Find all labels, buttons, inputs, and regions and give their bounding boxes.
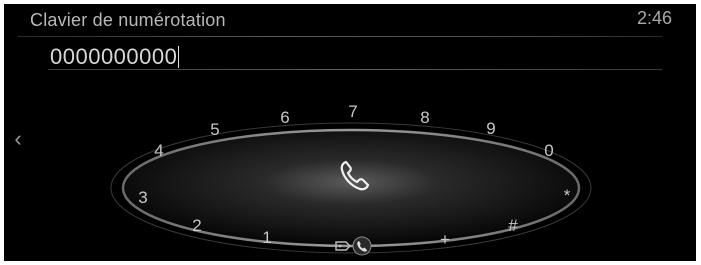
dial-key-3[interactable]: 3 bbox=[130, 186, 156, 210]
dial-key-6[interactable]: 6 bbox=[272, 106, 298, 130]
dial-pad-screen: Clavier de numérotation 2:46 0000000000 … bbox=[4, 4, 696, 261]
dial-key-9[interactable]: 9 bbox=[478, 117, 504, 141]
dial-ring bbox=[110, 122, 592, 254]
dial-key-0[interactable]: 0 bbox=[536, 139, 562, 163]
phone-handset-icon bbox=[352, 236, 372, 256]
bottom-call-controls[interactable] bbox=[330, 234, 380, 258]
dial-key-7[interactable]: 7 bbox=[340, 100, 366, 124]
dial-key-8[interactable]: 8 bbox=[412, 106, 438, 130]
dial-key-2[interactable]: 2 bbox=[184, 214, 210, 238]
dial-key-4[interactable]: 4 bbox=[146, 139, 172, 163]
dial-key-plus[interactable]: + bbox=[432, 228, 458, 252]
call-button[interactable] bbox=[334, 156, 374, 196]
dial-key-1[interactable]: 1 bbox=[254, 226, 280, 250]
dial-key-5[interactable]: 5 bbox=[202, 118, 228, 142]
phone-handset-icon bbox=[340, 160, 370, 191]
dial-key-star[interactable]: * bbox=[554, 184, 580, 208]
keypad-toggle-icon bbox=[335, 241, 351, 251]
dial-key-hash[interactable]: # bbox=[500, 214, 526, 238]
rotary-dial-wheel: 1 2 3 4 5 6 7 8 9 0 * # + bbox=[4, 4, 696, 261]
